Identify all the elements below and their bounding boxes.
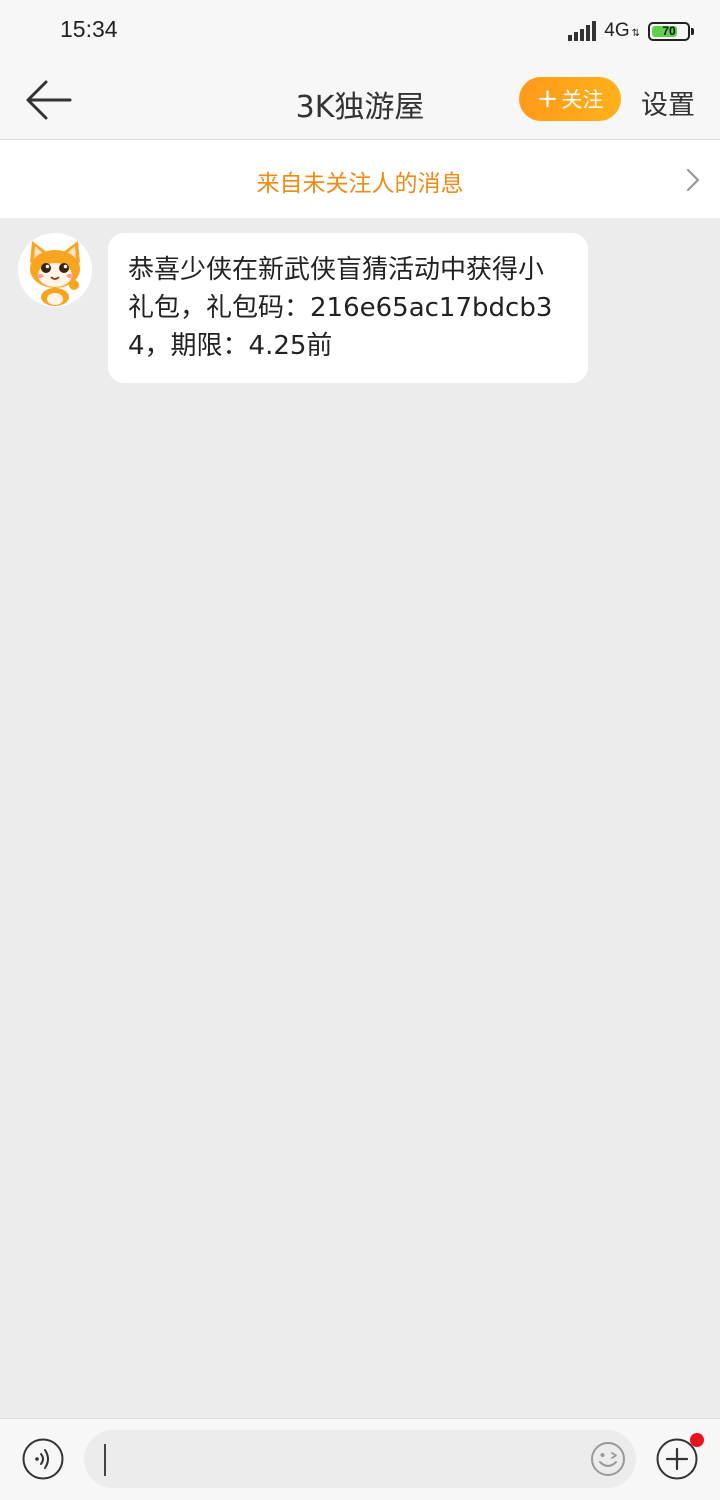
notification-dot (690, 1433, 704, 1447)
network-type: 4G (604, 20, 630, 41)
input-bar (0, 1418, 720, 1500)
settings-button[interactable]: 设置 (641, 83, 695, 122)
status-time: 15:34 (60, 16, 118, 42)
sender-avatar[interactable] (18, 233, 92, 307)
follow-label: 关注 (561, 88, 604, 112)
message-bubble[interactable]: 恭喜少侠在新武侠盲猜活动中获得小礼包，礼包码：216e65ac17bdcb34，… (108, 233, 588, 383)
status-indicators: 4G ⇅ 70 (568, 18, 694, 44)
emoji-button[interactable] (590, 1441, 626, 1477)
battery-level: 70 (662, 24, 676, 38)
cat-mascot-avatar (18, 233, 92, 307)
chat-header: 3K独游屋 + 关注 设置 (0, 62, 720, 140)
status-bar: 15:34 4G ⇅ 70 (0, 0, 720, 62)
chevron-right-icon (686, 168, 700, 192)
text-cursor (104, 1444, 106, 1476)
battery-icon: 70 (648, 21, 690, 41)
emoji-icon (591, 1442, 625, 1476)
follow-button[interactable]: + 关注 (519, 77, 621, 121)
signal-icon (568, 21, 597, 41)
message-input[interactable] (84, 1430, 636, 1488)
voice-button[interactable] (22, 1438, 64, 1480)
voice-icon (22, 1438, 64, 1480)
network-activity-icon: ⇅ (631, 28, 640, 39)
banner-text: 来自未关注人的消息 (256, 171, 464, 197)
unfollowed-messages-banner[interactable]: 来自未关注人的消息 (0, 140, 720, 218)
battery-tip (691, 27, 694, 35)
plus-icon: + (536, 84, 559, 114)
